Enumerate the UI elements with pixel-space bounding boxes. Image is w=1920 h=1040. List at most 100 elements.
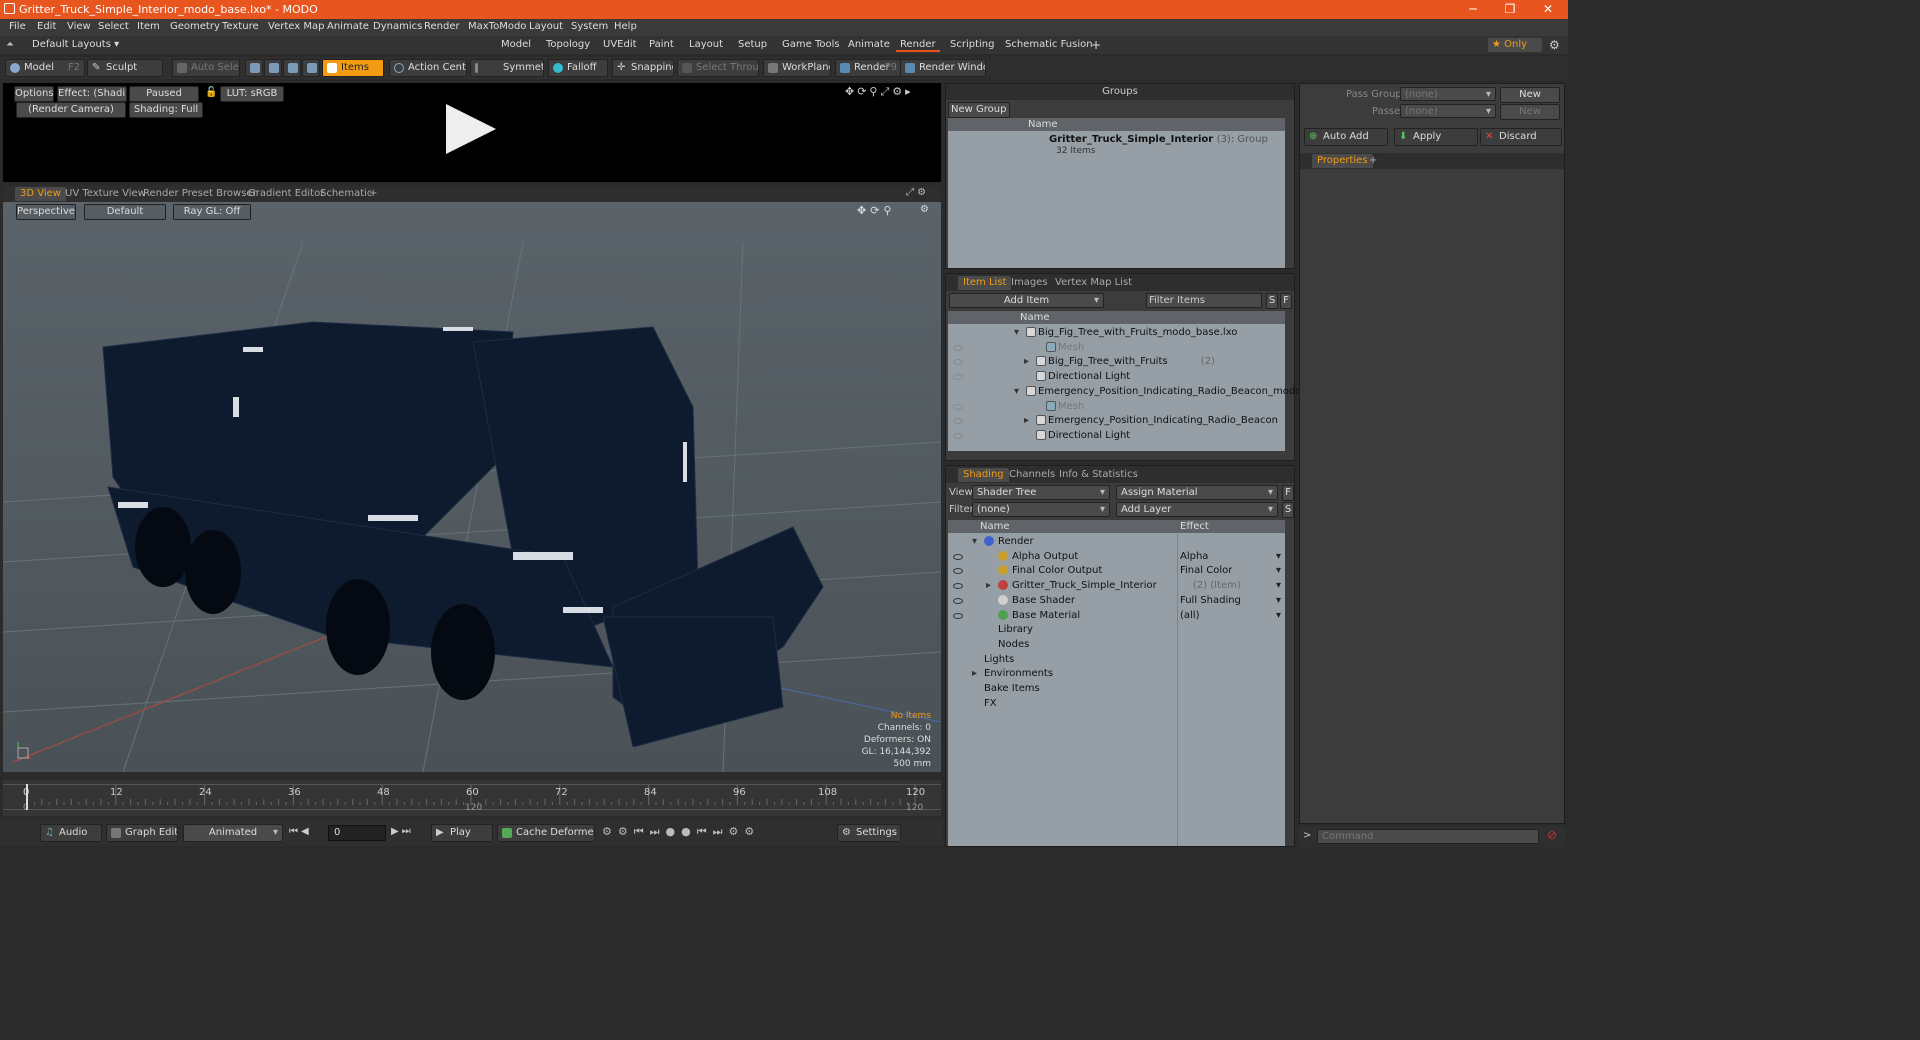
menu-help[interactable]: Help [614,21,637,32]
expand-arrow-icon[interactable]: ▸ [1024,354,1029,369]
model-mode-button[interactable]: Model F2 [5,59,85,77]
lut-dropdown[interactable]: LUT: sRGB [220,86,284,102]
expand-arrow-icon[interactable]: ▾ [972,534,977,549]
menu-layout[interactable]: Layout [529,21,563,32]
pass-groups-dropdown[interactable]: (none) [1400,87,1496,101]
select-through-button[interactable]: Select Through [677,59,759,77]
filter-dropdown[interactable]: (none) [972,502,1110,517]
collapse-icon[interactable]: ⏶ [6,39,14,50]
polygon-mode-button[interactable] [283,59,301,77]
group-item[interactable]: Gritter_Truck_Simple_Interior (3): Group [1049,134,1268,145]
tab-uvedit[interactable]: UVEdit [599,38,641,52]
effect-dropdown-arrow-icon[interactable]: ▾ [1276,608,1281,623]
tab-render[interactable]: Render [896,38,940,52]
discard-button[interactable]: ✕ Discard [1480,128,1562,146]
list-item[interactable]: Mesh [948,399,1285,414]
tab-animate[interactable]: Animate [844,38,894,52]
apply-button[interactable]: ⬇ Apply [1394,128,1478,146]
visibility-eye-icon[interactable] [953,553,963,560]
skip-back-icons[interactable]: ⏮◀ [289,826,312,837]
shader-row-effect[interactable]: Alpha [1180,549,1208,564]
expand-arrow-icon[interactable]: ▸ [986,578,991,593]
shader-tree-row[interactable]: Alpha Output Alpha ▾ [948,549,1285,564]
audio-button[interactable]: ♫ Audio [40,824,102,842]
workplane-button[interactable]: WorkPlane [763,59,831,77]
tab-scripting[interactable]: Scripting [946,38,998,52]
tab-topology[interactable]: Topology [542,38,594,52]
menu-vertex-map[interactable]: Vertex Map [268,21,324,32]
menu-texture[interactable]: Texture [222,21,259,32]
shader-tree-row[interactable]: Base Material (all) ▾ [948,608,1285,623]
preview-nav-icons[interactable]: ✥⟳⚲⤢⚙▸ [845,85,914,99]
menu-dynamics[interactable]: Dynamics [373,21,422,32]
visibility-eye-icon[interactable] [953,374,963,381]
viewport-expand-icon[interactable]: ⤢ ⚙ [906,187,926,198]
items-mode-button[interactable]: Items [322,59,384,77]
sculpt-mode-button[interactable]: ✎ Sculpt [87,59,163,77]
tab-info-statistics[interactable]: Info & Statistics [1054,468,1143,482]
tab-setup[interactable]: Setup [734,38,771,52]
tab-vertex-map-list[interactable]: Vertex Map List [1050,276,1137,290]
visibility-eye-icon[interactable] [953,359,963,366]
assign-material-dropdown[interactable]: Assign Material [1116,485,1278,500]
viewport-nav-icons[interactable]: ✥⟳⚲ [857,204,896,217]
add-viewport-tab[interactable]: + [364,187,382,201]
tab-3d-view[interactable]: 3D View [15,187,66,201]
shader-tree-row[interactable]: Base Shader Full Shading ▾ [948,593,1285,608]
effect-dropdown-arrow-icon[interactable]: ▾ [1276,593,1281,608]
visibility-eye-icon[interactable] [953,418,963,425]
layout-preset-dropdown[interactable]: Default Layouts ▾ [28,38,123,52]
render-button[interactable]: Render F9 [835,59,901,77]
add-layer-dropdown[interactable]: Add Layer [1116,502,1278,517]
menu-system[interactable]: System [571,21,608,32]
shader-tree-row[interactable]: Nodes [948,637,1285,652]
viewport-settings-icon[interactable]: ⚙ [920,204,929,215]
action-center-button[interactable]: Action Center [389,59,467,77]
stop-icon[interactable]: ⊘ [1547,828,1557,842]
new-group-button[interactable]: New Group [948,102,1010,118]
shader-tree-row[interactable]: Final Color Output Final Color ▾ [948,563,1285,578]
tab-game-tools[interactable]: Game Tools [778,38,844,52]
timeline[interactable]: 0 12 24 36 48 60 72 84 96 108 120 0 120 … [3,780,941,816]
filter-items-input[interactable]: Filter Items [1146,293,1262,308]
default-shading-dropdown[interactable]: Default [84,204,166,220]
symmetry-button[interactable]: Symmetry [470,59,544,77]
shading-f-button[interactable]: F [1282,485,1294,501]
falloff-button[interactable]: Falloff [548,59,608,77]
shading-dropdown[interactable]: Shading: Full [129,102,203,118]
shader-tree-row[interactable]: Bake Items [948,681,1285,696]
vertex-mode-button[interactable] [245,59,263,77]
effect-dropdown-arrow-icon[interactable]: ▾ [1276,578,1281,593]
shader-tree-row[interactable]: FX [948,696,1285,711]
only-toggle[interactable]: ★ Only [1488,38,1542,52]
animated-dropdown[interactable]: Animated [183,824,283,842]
tab-images[interactable]: Images [1006,276,1053,290]
tab-schematic-fusion[interactable]: Schematic Fusion [1001,38,1097,52]
snapping-button[interactable]: ✛ Snapping [612,59,674,77]
menu-animate[interactable]: Animate [327,21,369,32]
settings-button[interactable]: ⚙ Settings [837,824,901,842]
list-item[interactable]: Directional Light [948,369,1285,384]
menu-view[interactable]: View [67,21,91,32]
tab-shading[interactable]: Shading [958,468,1009,482]
menu-file[interactable]: File [9,21,26,32]
auto-add-button[interactable]: ⊕ Auto Add [1304,128,1388,146]
shader-row-effect[interactable]: Final Color [1180,563,1232,578]
list-item[interactable]: ▸ Big_Fig_Tree_with_Fruits (2) [948,354,1285,369]
tab-paint[interactable]: Paint [645,38,678,52]
tab-model[interactable]: Model [497,38,535,52]
render-window-button[interactable]: Render Window [900,59,986,77]
menu-edit[interactable]: Edit [37,21,56,32]
menu-render[interactable]: Render [424,21,460,32]
tab-layout[interactable]: Layout [685,38,727,52]
play-icon[interactable] [444,102,500,156]
play-button[interactable]: ▶ Play [431,824,493,842]
material-mode-button[interactable] [302,59,320,77]
new-pass-group-button[interactable]: New [1500,87,1560,103]
lock-icon[interactable]: 🔓 [205,87,217,98]
ray-gl-toggle[interactable]: Ray GL: Off [173,204,251,220]
auto-select-button[interactable]: Auto Select [172,59,240,77]
visibility-eye-icon[interactable] [953,597,963,604]
maximize-button[interactable]: ❐ [1493,0,1527,19]
render-camera-dropdown[interactable]: (Render Camera) [16,102,126,118]
